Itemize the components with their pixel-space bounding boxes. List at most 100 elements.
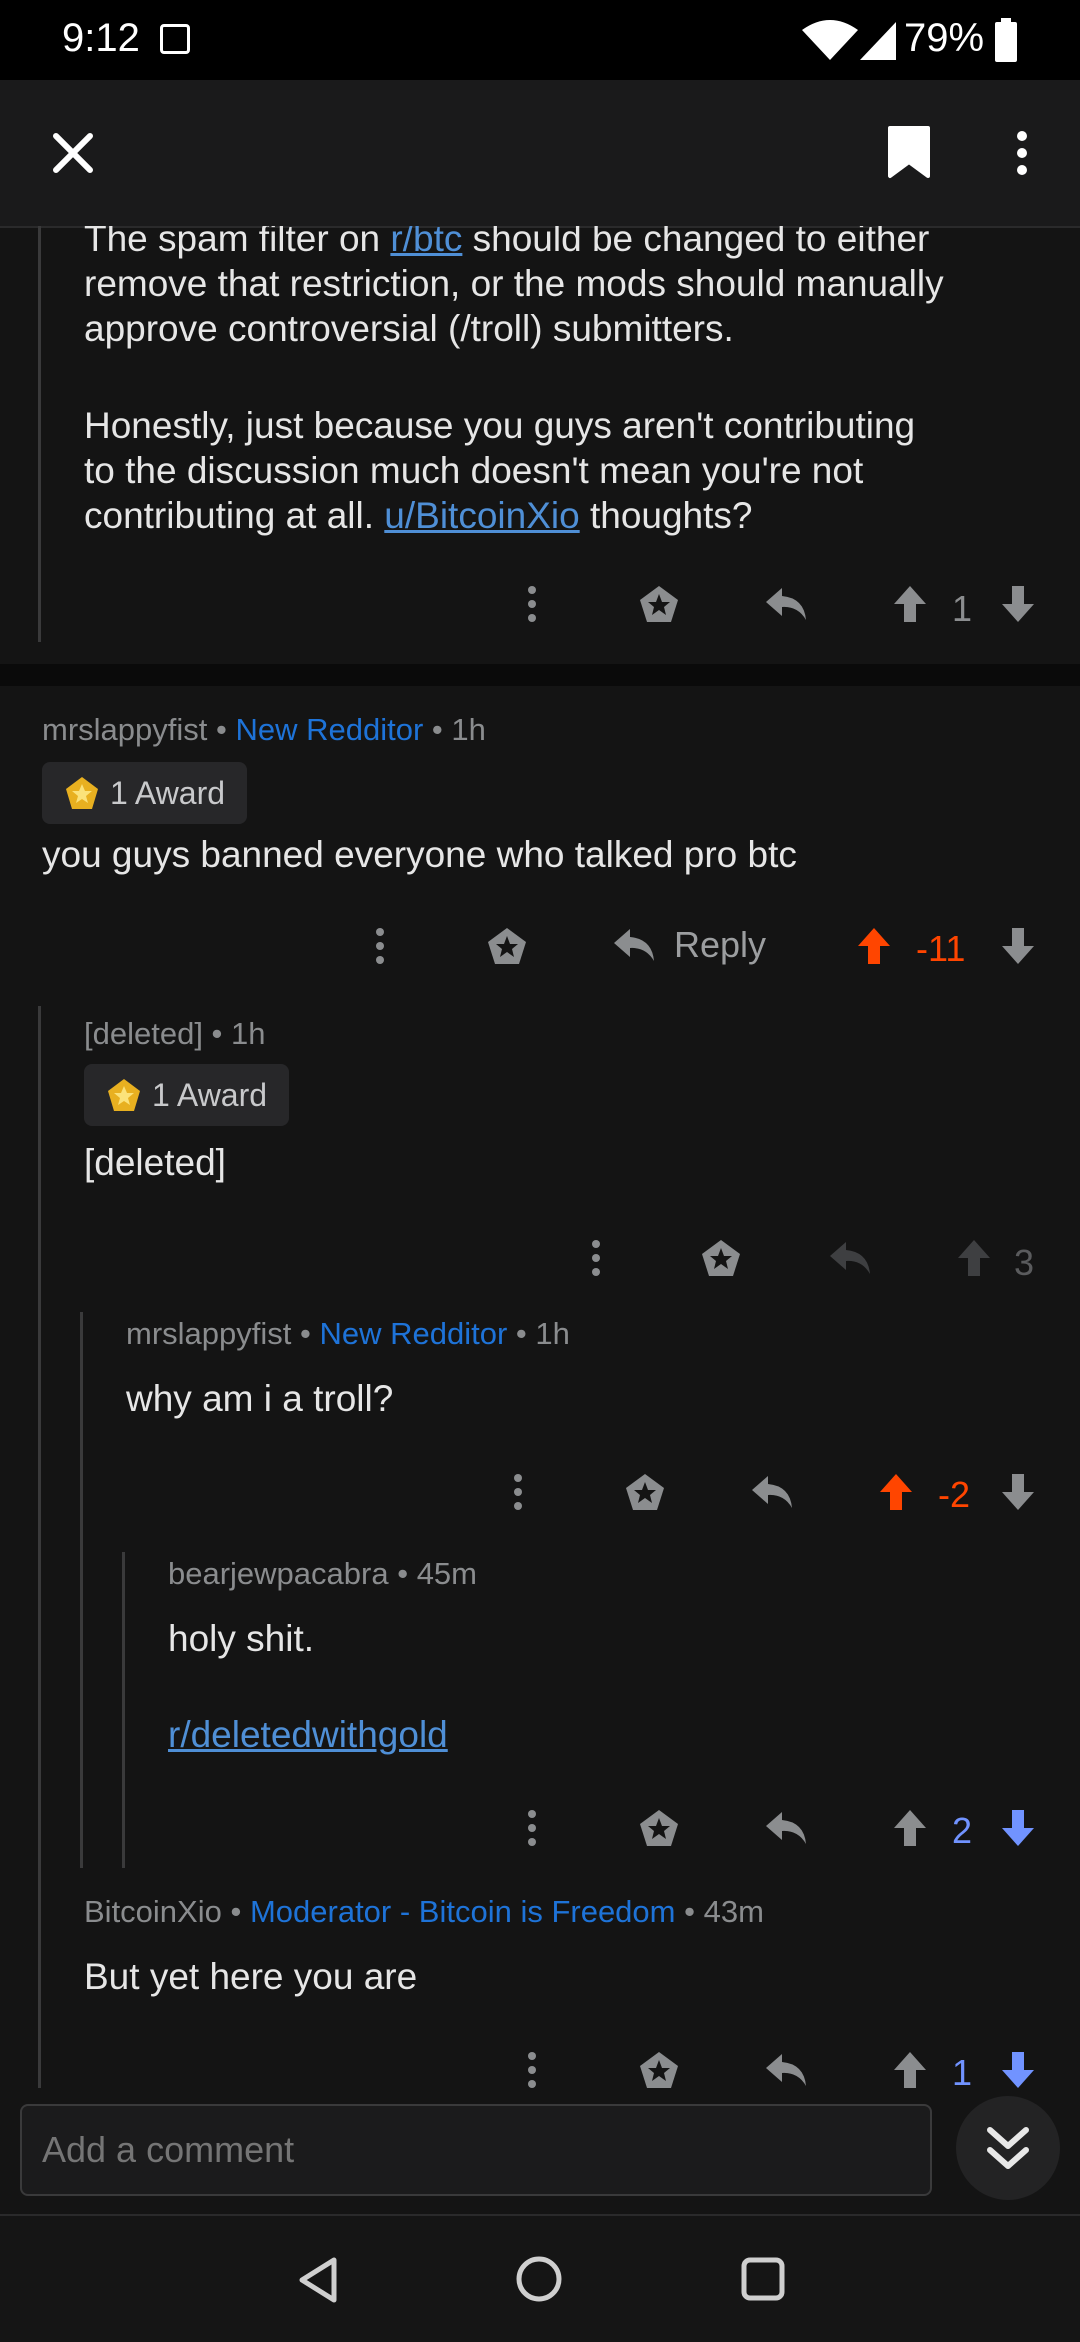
downvote-icon[interactable] bbox=[1000, 584, 1036, 624]
award-icon[interactable] bbox=[486, 926, 528, 966]
upvote-icon[interactable] bbox=[878, 1472, 914, 1512]
more-icon[interactable] bbox=[374, 926, 386, 966]
reply-button[interactable]: Reply bbox=[612, 924, 766, 966]
award-icon[interactable] bbox=[638, 1808, 680, 1848]
body-line: to the discussion much doesn't mean you'… bbox=[84, 450, 864, 491]
comment-body: [deleted] bbox=[84, 1142, 226, 1183]
comment: [deleted] • 1h 1 Award [deleted] 3 bbox=[0, 1006, 1080, 1306]
close-icon[interactable] bbox=[50, 130, 96, 176]
comment-body: The spam filter on r/btc should be chang… bbox=[84, 226, 1044, 538]
top-bar bbox=[0, 80, 1080, 228]
more-icon[interactable] bbox=[590, 1238, 602, 1278]
author[interactable]: mrslappyfist bbox=[126, 1316, 291, 1351]
more-icon[interactable] bbox=[526, 2050, 538, 2088]
reply-icon[interactable] bbox=[764, 1808, 808, 1848]
timestamp: 45m bbox=[416, 1556, 477, 1591]
award-badge[interactable]: 1 Award bbox=[42, 762, 248, 824]
body-line: contributing at all. u/BitcoinXio though… bbox=[84, 493, 1044, 538]
system-nav-bar bbox=[0, 2214, 1080, 2342]
award-medal-icon bbox=[66, 777, 98, 809]
text: thoughts? bbox=[579, 495, 753, 536]
battery-percent: 79% bbox=[904, 16, 985, 60]
comment-meta: BitcoinXio • Moderator - Bitcoin is Free… bbox=[84, 1894, 764, 1929]
score: -2 bbox=[938, 1474, 971, 1515]
timestamp: 1h bbox=[535, 1316, 570, 1351]
award-icon[interactable] bbox=[638, 584, 680, 624]
downvote-icon[interactable] bbox=[1000, 1472, 1036, 1512]
score: 3 bbox=[1014, 1242, 1035, 1283]
comment-separator bbox=[0, 664, 1080, 686]
body-line: remove that restriction, or the mods sho… bbox=[84, 263, 944, 304]
add-comment-input[interactable] bbox=[20, 2104, 932, 2196]
author[interactable]: BitcoinXio bbox=[84, 1894, 222, 1929]
upvote-icon[interactable] bbox=[856, 926, 892, 966]
body-line: approve controversial (/troll) submitter… bbox=[84, 308, 734, 349]
timestamp: 1h bbox=[451, 712, 486, 747]
upvote-icon[interactable] bbox=[892, 2050, 928, 2088]
score: 1 bbox=[952, 2052, 973, 2088]
upvote-icon[interactable] bbox=[892, 584, 928, 624]
score: 1 bbox=[952, 588, 973, 629]
body-line: Honestly, just because you guys aren't c… bbox=[84, 405, 916, 446]
status-bar: 9:12 79% bbox=[0, 0, 1080, 80]
reply-icon[interactable] bbox=[764, 2050, 808, 2088]
subreddit-link[interactable]: r/deletedwithgold bbox=[168, 1712, 448, 1757]
recents-icon[interactable] bbox=[740, 2256, 786, 2302]
comment-meta: mrslappyfist • New Redditor • 1h bbox=[126, 1316, 570, 1351]
user-flair: Moderator - Bitcoin is Freedom bbox=[249, 1894, 676, 1929]
timestamp: 43m bbox=[703, 1894, 764, 1929]
comment: bearjewpacabra • 45m holy shit. r/delete… bbox=[0, 1552, 1080, 1872]
downvote-icon[interactable] bbox=[1000, 926, 1036, 966]
timestamp: 1h bbox=[231, 1016, 266, 1051]
comment-body: why am i a troll? bbox=[126, 1378, 394, 1419]
comment: mrslappyfist • New Redditor • 1h why am … bbox=[0, 1312, 1080, 1552]
user-flair: New Redditor bbox=[235, 712, 424, 747]
status-time: 9:12 bbox=[62, 16, 140, 60]
reply-label: Reply bbox=[674, 924, 767, 965]
award-icon[interactable] bbox=[638, 2050, 680, 2088]
text: contributing at all. bbox=[84, 495, 385, 536]
author[interactable]: mrslappyfist bbox=[42, 712, 207, 747]
comment-body: But yet here you are bbox=[84, 1956, 418, 1997]
author: [deleted] bbox=[84, 1016, 203, 1051]
home-icon[interactable] bbox=[514, 2254, 564, 2304]
award-icon[interactable] bbox=[700, 1238, 742, 1278]
more-icon[interactable] bbox=[526, 1808, 538, 1848]
award-medal-icon bbox=[108, 1079, 140, 1111]
double-chevron-down-icon bbox=[987, 2127, 1029, 2169]
reply-icon[interactable] bbox=[764, 584, 808, 624]
upvote-icon bbox=[958, 1240, 990, 1276]
author[interactable]: bearjewpacabra bbox=[168, 1556, 389, 1591]
user-flair: New Redditor bbox=[319, 1316, 508, 1351]
text: The spam filter on bbox=[84, 226, 391, 259]
comment-body: you guys banned everyone who talked pro … bbox=[42, 834, 797, 875]
downvote-icon[interactable] bbox=[1000, 2050, 1036, 2088]
back-icon[interactable] bbox=[296, 2256, 340, 2304]
reply-icon bbox=[614, 929, 654, 961]
award-icon[interactable] bbox=[624, 1472, 666, 1512]
reply-icon bbox=[830, 1242, 870, 1274]
comment-meta: [deleted] • 1h bbox=[84, 1016, 266, 1051]
subreddit-link[interactable]: r/btc bbox=[390, 226, 462, 259]
body-line: The spam filter on r/btc should be chang… bbox=[84, 226, 1044, 261]
more-icon[interactable] bbox=[512, 1472, 524, 1512]
downvote-icon[interactable] bbox=[1000, 1808, 1036, 1848]
jump-to-next-button[interactable] bbox=[956, 2096, 1060, 2200]
comment: mrslappyfist • New Redditor • 1h 1 Award… bbox=[0, 686, 1080, 1006]
comment-body: holy shit. bbox=[168, 1618, 315, 1659]
signal-icon bbox=[860, 22, 896, 60]
battery-icon bbox=[995, 18, 1017, 62]
more-icon[interactable] bbox=[526, 584, 538, 624]
bookmark-icon[interactable] bbox=[886, 124, 932, 180]
comment-meta: bearjewpacabra • 45m bbox=[168, 1556, 477, 1591]
comment-bar bbox=[0, 2088, 1080, 2212]
upvote-icon[interactable] bbox=[892, 1808, 928, 1848]
score: 2 bbox=[952, 1810, 973, 1851]
reply-icon[interactable] bbox=[750, 1472, 794, 1512]
user-link[interactable]: u/BitcoinXio bbox=[384, 495, 579, 536]
more-options-icon[interactable] bbox=[1010, 128, 1034, 178]
comment-meta: mrslappyfist • New Redditor • 1h bbox=[42, 712, 486, 747]
award-badge[interactable]: 1 Award bbox=[84, 1064, 290, 1126]
text: should be changed to either bbox=[462, 226, 930, 259]
